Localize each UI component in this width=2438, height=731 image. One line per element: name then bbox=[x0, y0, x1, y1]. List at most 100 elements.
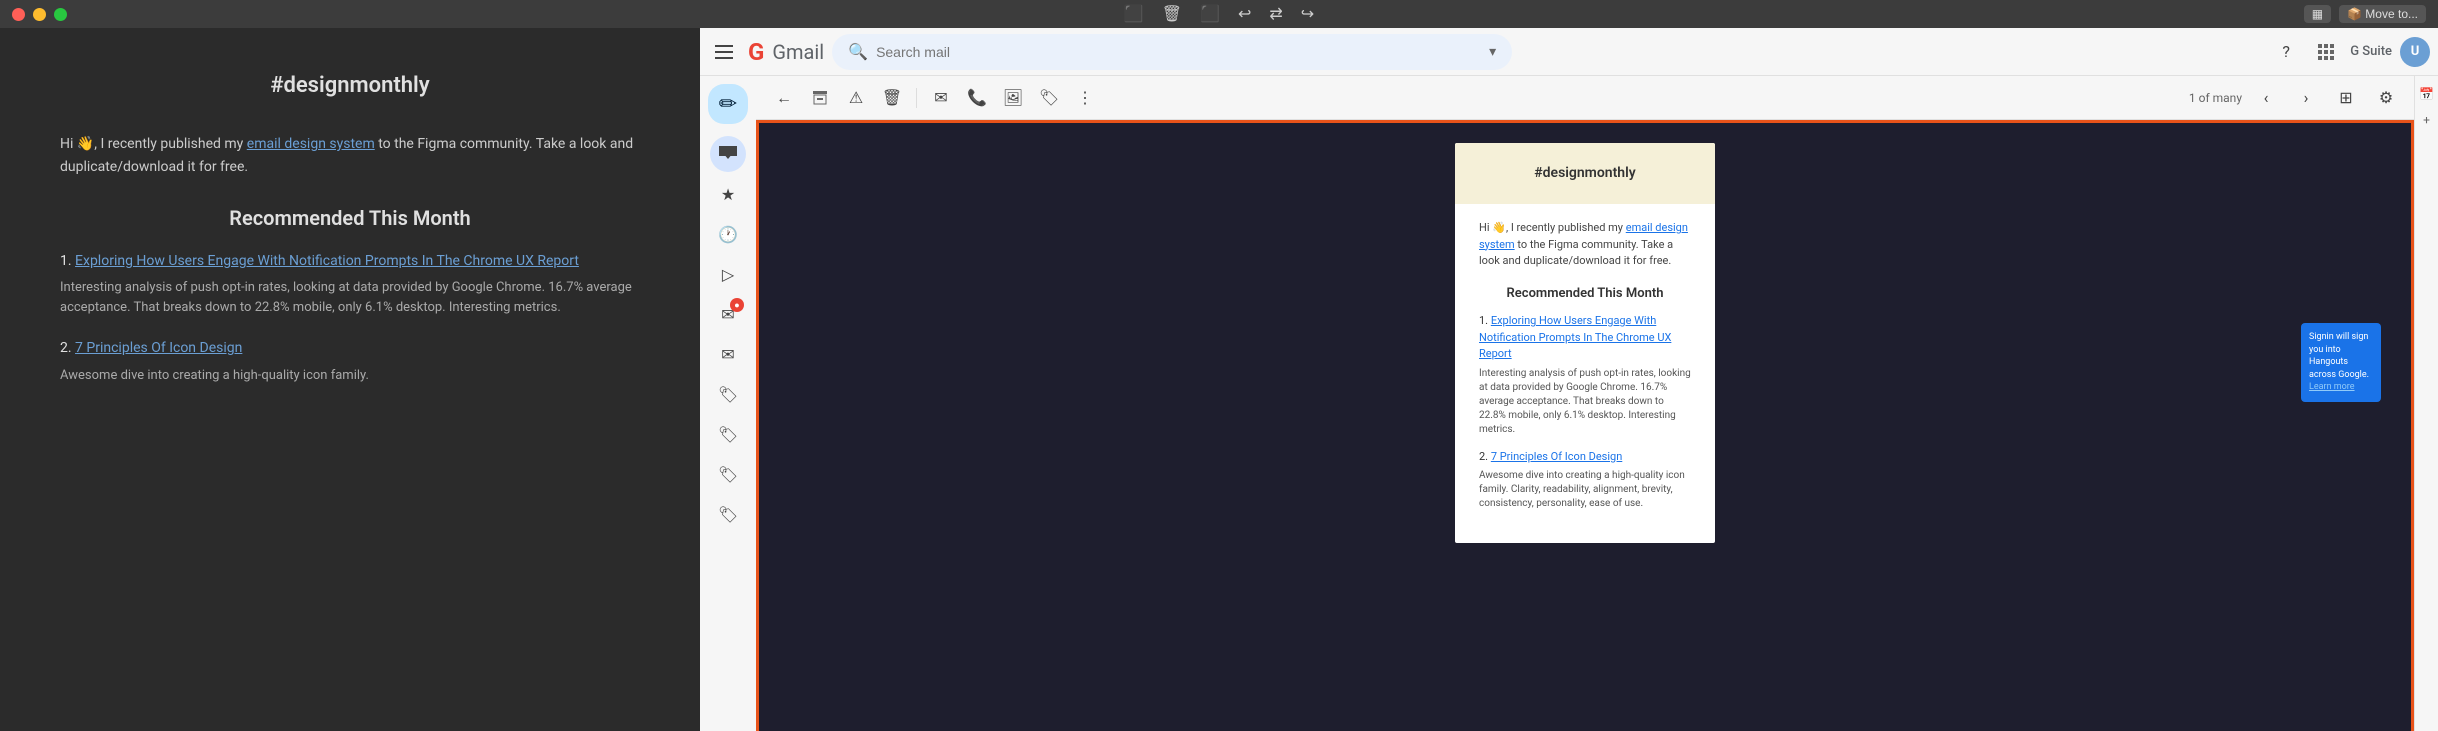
prev-email-button[interactable]: ‹ bbox=[2250, 82, 2282, 114]
rendered-item-2-desc: Awesome dive into creating a high-qualit… bbox=[1479, 469, 1691, 511]
right-sidebar-calendar-icon[interactable]: 📅 bbox=[2417, 84, 2437, 104]
close-button[interactable] bbox=[12, 8, 25, 21]
apps-icon[interactable] bbox=[2310, 36, 2342, 68]
toolbar-nav-back[interactable]: ⬛ bbox=[1119, 2, 1149, 26]
greeting-text: Hi 👋, I recently published my bbox=[60, 136, 243, 152]
sidebar-item-mail[interactable]: ✉ bbox=[710, 336, 746, 372]
phone-button[interactable]: 📞 bbox=[961, 82, 993, 114]
email-item-2-number: 2. bbox=[60, 340, 72, 356]
email-item-1-link[interactable]: Exploring How Users Engage With Notifica… bbox=[75, 253, 579, 269]
rendered-item-2-link[interactable]: 7 Principles Of Icon Design bbox=[1491, 450, 1622, 463]
gmail-body: ✏ ★ 🕐 ▷ ✉ ● ✉ 🏷 🏷 🏷 🏷 bbox=[700, 76, 2438, 731]
rendered-email-body: #designmonthly Hi 👋, I recently publishe… bbox=[759, 123, 2411, 731]
sign-in-learn-more-link[interactable]: Learn more bbox=[2309, 382, 2355, 392]
gmail-logo-g: G bbox=[748, 38, 764, 66]
toolbar-undo[interactable]: ↩ bbox=[1233, 2, 1256, 26]
sign-in-text: Signin will sign you into Hangouts acros… bbox=[2309, 332, 2369, 380]
toolbar-delete[interactable]: 🗑 bbox=[1157, 2, 1187, 26]
gsuite-text: G Suite bbox=[2350, 44, 2392, 59]
sidebar-item-snoozed[interactable]: 🕐 bbox=[710, 216, 746, 252]
email-item-1-desc: Interesting analysis of push opt-in rate… bbox=[60, 278, 640, 317]
email-greeting: Hi 👋, I recently published my email desi… bbox=[60, 133, 640, 178]
pagination-text: 1 of many bbox=[2189, 91, 2242, 105]
rendered-greeting: Hi 👋, I recently published my email desi… bbox=[1479, 220, 1691, 270]
toolbar-redo-all[interactable]: ⇄ bbox=[1264, 2, 1287, 26]
gmail-sidebar: ✏ ★ 🕐 ▷ ✉ ● ✉ 🏷 🏷 🏷 🏷 bbox=[700, 76, 756, 731]
help-icon[interactable]: ? bbox=[2270, 36, 2302, 68]
view-toggle-button[interactable]: ⊞ bbox=[2330, 82, 2362, 114]
right-sidebar-add-icon[interactable]: + bbox=[2417, 110, 2437, 130]
email-viewer-wrapper: ← ⚠ 🗑 ✉ 📞 🖼 🏷 ⋮ 1 of many ‹ › bbox=[756, 76, 2414, 731]
sign-in-popup: Signin will sign you into Hangouts acros… bbox=[2301, 323, 2381, 402]
toolbar-copy[interactable]: ⬛ bbox=[1195, 2, 1225, 26]
rendered-item-1-num: 1. bbox=[1479, 314, 1488, 327]
move-to-button[interactable]: 📦 Move to... bbox=[2339, 5, 2426, 23]
email-content: #designmonthly Hi 👋, I recently publishe… bbox=[0, 28, 700, 445]
more-options-button[interactable]: ⋮ bbox=[1069, 82, 1101, 114]
settings-button[interactable]: ⚙ bbox=[2370, 82, 2402, 114]
sidebar-item-label4[interactable]: 🏷 bbox=[710, 496, 746, 532]
sidebar-item-label1[interactable]: 🏷 bbox=[710, 376, 746, 412]
next-email-button[interactable]: › bbox=[2290, 82, 2322, 114]
rendered-item-2-header: 2. 7 Principles Of Icon Design bbox=[1479, 449, 1691, 466]
rendered-item-2: 2. 7 Principles Of Icon Design Awesome d… bbox=[1479, 449, 1691, 512]
delete-button[interactable]: 🗑 bbox=[876, 82, 908, 114]
email-item-1-header: 1. Exploring How Users Engage With Notif… bbox=[60, 250, 640, 272]
sidebar-item-inbox[interactable] bbox=[710, 136, 746, 172]
rendered-section-title: Recommended This Month bbox=[1479, 284, 1691, 304]
gmail-right-sidebar: 📅 + bbox=[2414, 76, 2438, 731]
email-section-title: Recommended This Month bbox=[60, 202, 640, 234]
gmail-search-bar[interactable]: 🔍 ▾ bbox=[832, 34, 1512, 70]
mac-toolbar-right: ▦ 📦 Move to... bbox=[2304, 5, 2426, 23]
gmail-panel: G Gmail 🔍 ▾ ? bbox=[700, 28, 2438, 731]
sidebar-item-sent[interactable]: ▷ bbox=[710, 256, 746, 292]
drafts-badge: ● bbox=[730, 298, 744, 312]
search-icon: 🔍 bbox=[848, 42, 868, 61]
sidebar-item-label2[interactable]: 🏷 bbox=[710, 416, 746, 452]
rendered-item-2-num: 2. bbox=[1479, 450, 1488, 463]
rendered-item-1-desc: Interesting analysis of push opt-in rate… bbox=[1479, 367, 1691, 437]
compose-icon: ✏ bbox=[719, 92, 737, 117]
back-to-inbox-button[interactable]: ← bbox=[768, 82, 800, 114]
email-action-button[interactable]: ✉ bbox=[925, 82, 957, 114]
rendered-item-1-header: 1. Exploring How Users Engage With Notif… bbox=[1479, 313, 1691, 363]
email-item-2-desc: Awesome dive into creating a high-qualit… bbox=[60, 366, 640, 386]
email-design-system-link[interactable]: email design system bbox=[247, 136, 375, 152]
rendered-email-card: #designmonthly Hi 👋, I recently publishe… bbox=[1455, 143, 1715, 543]
email-item-2: 2. 7 Principles Of Icon Design Awesome d… bbox=[60, 337, 640, 385]
user-avatar[interactable]: U bbox=[2400, 37, 2430, 67]
rendered-item-1-link[interactable]: Exploring How Users Engage With Notifica… bbox=[1479, 314, 1671, 360]
mac-toolbar: ⬛ 🗑 ⬛ ↩ ⇄ ↪ bbox=[1119, 2, 1319, 26]
search-dropdown-icon[interactable]: ▾ bbox=[1489, 44, 1496, 60]
spam-button[interactable]: ⚠ bbox=[840, 82, 872, 114]
share-button[interactable]: ▦ bbox=[2304, 5, 2331, 23]
gmail-header: G Gmail 🔍 ▾ ? bbox=[700, 28, 2438, 76]
tag-button[interactable]: 🏷 bbox=[1033, 82, 1065, 114]
sidebar-item-label3[interactable]: 🏷 bbox=[710, 456, 746, 492]
image-button[interactable]: 🖼 bbox=[997, 82, 1029, 114]
email-title: #designmonthly bbox=[60, 68, 640, 103]
hamburger-menu[interactable] bbox=[708, 36, 740, 68]
toolbar-forward[interactable]: ↪ bbox=[1296, 2, 1319, 26]
gmail-logo-text: Gmail bbox=[772, 40, 824, 64]
email-item-2-link[interactable]: 7 Principles Of Icon Design bbox=[75, 340, 242, 356]
compose-button[interactable]: ✏ bbox=[708, 84, 748, 124]
toolbar-separator-1 bbox=[916, 88, 917, 108]
rendered-email-header: #designmonthly bbox=[1455, 143, 1715, 204]
email-panel: #designmonthly Hi 👋, I recently publishe… bbox=[0, 28, 700, 731]
email-frame: #designmonthly Hi 👋, I recently publishe… bbox=[756, 120, 2414, 731]
sidebar-item-starred[interactable]: ★ bbox=[710, 176, 746, 212]
maximize-button[interactable] bbox=[54, 8, 67, 21]
rendered-email: #designmonthly Hi 👋, I recently publishe… bbox=[759, 123, 2411, 731]
search-input[interactable] bbox=[876, 44, 1481, 60]
app-container: #designmonthly Hi 👋, I recently publishe… bbox=[0, 28, 2438, 731]
gmail-header-right: ? G Suite U bbox=[2270, 36, 2430, 68]
toolbar-right: 1 of many ‹ › ⊞ ⚙ bbox=[2189, 82, 2402, 114]
mac-titlebar: ⬛ 🗑 ⬛ ↩ ⇄ ↪ ▦ 📦 Move to... bbox=[0, 0, 2438, 28]
archive-button[interactable] bbox=[804, 82, 836, 114]
rendered-greeting-text: Hi 👋, I recently published my bbox=[1479, 221, 1623, 234]
minimize-button[interactable] bbox=[33, 8, 46, 21]
sidebar-item-drafts[interactable]: ✉ ● bbox=[710, 296, 746, 332]
email-item-1-number: 1. bbox=[60, 253, 72, 269]
rendered-item-1: 1. Exploring How Users Engage With Notif… bbox=[1479, 313, 1691, 437]
